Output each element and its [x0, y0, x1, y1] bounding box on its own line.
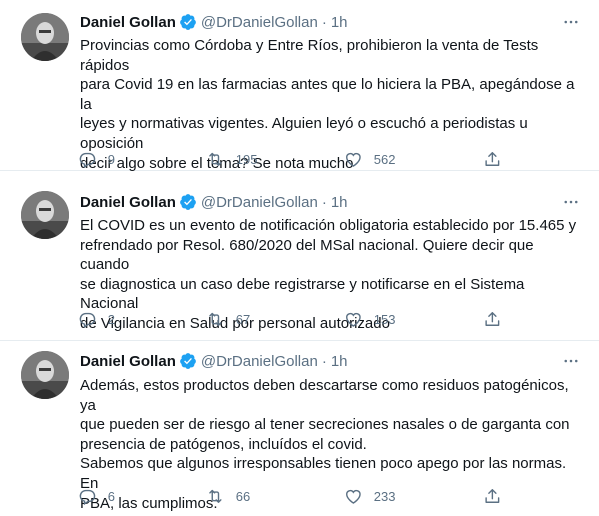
heart-icon — [346, 152, 361, 167]
reply-icon — [79, 312, 96, 328]
action-bar: 2 67 153 — [78, 309, 508, 329]
tweet-1[interactable]: Daniel Gollan @DrDanielGollan · 1h Provi… — [0, 0, 599, 172]
author-name[interactable]: Daniel Gollan — [80, 14, 176, 31]
author-handle[interactable]: @DrDanielGollan — [201, 194, 318, 211]
author-handle[interactable]: @DrDanielGollan — [201, 353, 318, 370]
tweet-text-line: El COVID es un evento de notificación ob… — [80, 217, 577, 234]
retweet-count: 67 — [235, 311, 251, 327]
more-horizontal-icon[interactable] — [560, 351, 582, 371]
separator-dot: · — [321, 352, 327, 370]
avatar[interactable] — [21, 13, 69, 61]
tweet-text-line: presencia de patógenos, incluídos el cov… — [80, 435, 367, 453]
separator-dot: · — [321, 193, 327, 211]
tweet-text-line: refrendado por Resol. 680/2020 del MSal … — [80, 236, 534, 274]
avatar-photo — [21, 191, 69, 239]
more-horizontal-icon[interactable] — [560, 12, 582, 32]
reply-count: 9 — [107, 151, 115, 167]
heart-icon — [346, 489, 361, 504]
share-icon — [485, 311, 500, 326]
reply-button[interactable]: 9 — [78, 149, 115, 169]
like-count: 233 — [373, 488, 396, 504]
verified-badge-icon — [179, 13, 197, 31]
reply-button[interactable]: 2 — [78, 309, 115, 329]
retweet-count: 195 — [235, 151, 258, 167]
retweet-icon — [209, 152, 222, 166]
avatar-photo — [21, 13, 69, 61]
like-count: 562 — [373, 151, 396, 167]
author-name[interactable]: Daniel Gollan — [80, 194, 176, 211]
author-handle[interactable]: @DrDanielGollan — [201, 14, 318, 31]
reply-icon — [79, 152, 96, 168]
avatar[interactable] — [21, 351, 69, 399]
verified-badge-icon — [179, 193, 197, 211]
tweet-text-line: Provincias como Córdoba y Entre Ríos, pr… — [80, 37, 539, 74]
action-bar: 9 195 562 — [78, 149, 508, 169]
reply-count: 2 — [107, 311, 115, 327]
separator-dot: · — [321, 13, 327, 31]
like-button[interactable]: 562 — [344, 149, 395, 169]
reply-icon — [79, 489, 96, 505]
timestamp[interactable]: 1h — [331, 14, 348, 31]
timestamp[interactable]: 1h — [331, 194, 348, 211]
avatar[interactable] — [21, 191, 69, 239]
tweet-3[interactable]: Daniel Gollan @DrDanielGollan · 1h Ademá… — [0, 341, 599, 516]
reply-button[interactable]: 6 — [78, 486, 115, 506]
share-icon — [485, 488, 500, 503]
tweet-header: Daniel Gollan @DrDanielGollan · 1h — [80, 12, 348, 32]
retweet-icon — [209, 312, 222, 326]
tweet-text-line: que pueden ser de riesgo al tener secrec… — [80, 416, 570, 434]
like-count: 153 — [373, 311, 396, 327]
share-button[interactable] — [483, 486, 502, 506]
reply-count: 6 — [107, 488, 115, 504]
timestamp[interactable]: 1h — [331, 353, 348, 370]
retweet-button[interactable]: 66 — [206, 486, 250, 506]
share-button[interactable] — [483, 309, 502, 329]
share-button[interactable] — [483, 149, 502, 169]
avatar-photo — [21, 351, 69, 399]
like-button[interactable]: 233 — [344, 486, 395, 506]
more-horizontal-icon[interactable] — [560, 192, 582, 212]
tweet-header: Daniel Gollan @DrDanielGollan · 1h — [80, 351, 348, 371]
tweet-text-line: Además, estos productos deben descartars… — [80, 377, 569, 414]
tweet-text-line: leyes y normativas vigentes. Alguien ley… — [80, 115, 528, 133]
tweet-text-line: para Covid 19 en las farmacias antes que… — [80, 76, 575, 113]
verified-badge-icon — [179, 352, 197, 370]
retweet-button[interactable]: 195 — [206, 149, 257, 169]
retweet-button[interactable]: 67 — [206, 309, 250, 329]
author-name[interactable]: Daniel Gollan — [80, 353, 176, 370]
action-bar: 6 66 233 — [78, 486, 508, 506]
like-button[interactable]: 153 — [344, 309, 395, 329]
retweet-count: 66 — [235, 488, 251, 504]
share-icon — [485, 151, 500, 166]
heart-icon — [346, 312, 361, 327]
tweet-2[interactable]: Daniel Gollan @DrDanielGollan · 1h El CO… — [0, 171, 599, 341]
retweet-icon — [209, 489, 222, 503]
tweet-header: Daniel Gollan @DrDanielGollan · 1h — [80, 192, 348, 212]
